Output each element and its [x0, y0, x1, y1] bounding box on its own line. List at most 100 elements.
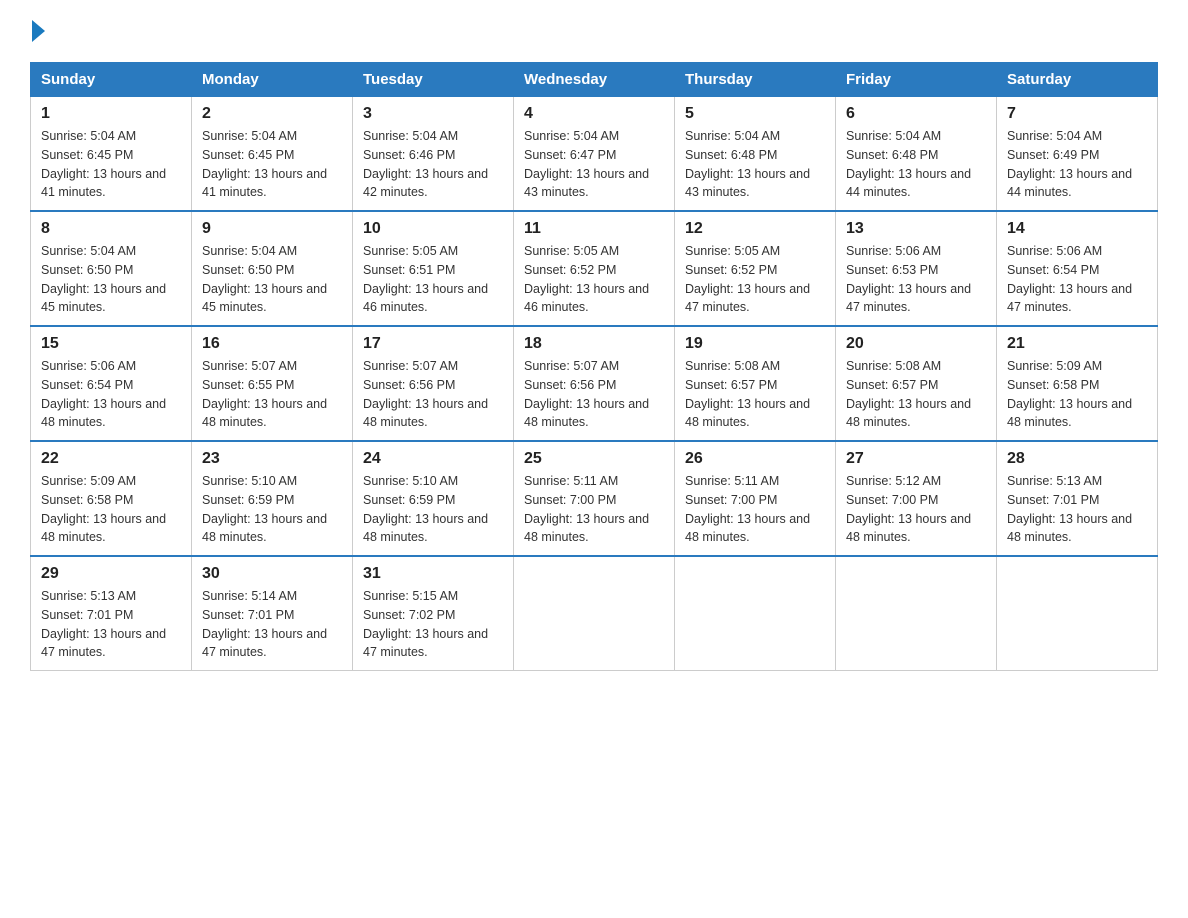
day-info: Sunrise: 5:05 AMSunset: 6:52 PMDaylight:…: [685, 242, 825, 317]
day-number: 17: [363, 335, 503, 353]
day-number: 31: [363, 565, 503, 583]
day-cell-28: 28 Sunrise: 5:13 AMSunset: 7:01 PMDayligh…: [997, 441, 1158, 556]
day-number: 23: [202, 450, 342, 468]
logo: [30, 20, 45, 44]
day-info: Sunrise: 5:14 AMSunset: 7:01 PMDaylight:…: [202, 587, 342, 662]
week-row-3: 15 Sunrise: 5:06 AMSunset: 6:54 PMDayligh…: [31, 326, 1158, 441]
day-cell-13: 13 Sunrise: 5:06 AMSunset: 6:53 PMDayligh…: [836, 211, 997, 326]
day-cell-6: 6 Sunrise: 5:04 AMSunset: 6:48 PMDaylight…: [836, 97, 997, 212]
day-number: 2: [202, 105, 342, 123]
day-number: 19: [685, 335, 825, 353]
day-cell-5: 5Sunrise: 5:04 AMSunset: 6:48 PMDaylight…: [675, 97, 836, 212]
weekday-header-friday: Friday: [836, 63, 997, 97]
day-number: 15: [41, 335, 181, 353]
weekday-header-row: SundayMondayTuesdayWednesdayThursdayFrid…: [31, 63, 1158, 97]
day-info: Sunrise: 5:04 AMSunset: 6:47 PMDaylight:…: [524, 127, 664, 202]
day-info: Sunrise: 5:08 AMSunset: 6:57 PMDaylight:…: [685, 357, 825, 432]
day-cell-7: 7 Sunrise: 5:04 AMSunset: 6:49 PMDaylight…: [997, 97, 1158, 212]
day-info: Sunrise: 5:06 AMSunset: 6:54 PMDaylight:…: [41, 357, 181, 432]
day-number: 5: [685, 105, 825, 123]
day-info: Sunrise: 5:07 AMSunset: 6:55 PMDaylight:…: [202, 357, 342, 432]
day-info: Sunrise: 5:08 AMSunset: 6:57 PMDaylight:…: [846, 357, 986, 432]
day-info: Sunrise: 5:10 AMSunset: 6:59 PMDaylight:…: [363, 472, 503, 547]
day-info: Sunrise: 5:13 AMSunset: 7:01 PMDaylight:…: [41, 587, 181, 662]
empty-cell: [675, 556, 836, 671]
day-cell-4: 4 Sunrise: 5:04 AMSunset: 6:47 PMDaylight…: [514, 97, 675, 212]
day-cell-10: 10 Sunrise: 5:05 AMSunset: 6:51 PMDayligh…: [353, 211, 514, 326]
day-info: Sunrise: 5:04 AMSunset: 6:50 PMDaylight:…: [202, 242, 342, 317]
day-cell-27: 27 Sunrise: 5:12 AMSunset: 7:00 PMDayligh…: [836, 441, 997, 556]
day-cell-3: 3Sunrise: 5:04 AMSunset: 6:46 PMDaylight…: [353, 97, 514, 212]
weekday-header-wednesday: Wednesday: [514, 63, 675, 97]
day-cell-22: 22 Sunrise: 5:09 AMSunset: 6:58 PMDayligh…: [31, 441, 192, 556]
day-cell-19: 19 Sunrise: 5:08 AMSunset: 6:57 PMDayligh…: [675, 326, 836, 441]
day-number: 13: [846, 220, 986, 238]
day-cell-11: 11 Sunrise: 5:05 AMSunset: 6:52 PMDayligh…: [514, 211, 675, 326]
day-info: Sunrise: 5:04 AMSunset: 6:48 PMDaylight:…: [846, 127, 986, 202]
day-number: 25: [524, 450, 664, 468]
day-number: 21: [1007, 335, 1147, 353]
day-number: 9: [202, 220, 342, 238]
day-info: Sunrise: 5:06 AMSunset: 6:53 PMDaylight:…: [846, 242, 986, 317]
day-cell-1: 1 Sunrise: 5:04 AMSunset: 6:45 PMDaylight…: [31, 97, 192, 212]
day-cell-8: 8 Sunrise: 5:04 AMSunset: 6:50 PMDaylight…: [31, 211, 192, 326]
day-cell-14: 14Sunrise: 5:06 AMSunset: 6:54 PMDayligh…: [997, 211, 1158, 326]
day-cell-16: 16 Sunrise: 5:07 AMSunset: 6:55 PMDayligh…: [192, 326, 353, 441]
day-info: Sunrise: 5:04 AMSunset: 6:50 PMDaylight:…: [41, 242, 181, 317]
day-info: Sunrise: 5:13 AMSunset: 7:01 PMDaylight:…: [1007, 472, 1147, 547]
day-info: Sunrise: 5:12 AMSunset: 7:00 PMDaylight:…: [846, 472, 986, 547]
week-row-2: 8 Sunrise: 5:04 AMSunset: 6:50 PMDaylight…: [31, 211, 1158, 326]
day-number: 20: [846, 335, 986, 353]
day-cell-20: 20 Sunrise: 5:08 AMSunset: 6:57 PMDayligh…: [836, 326, 997, 441]
day-info: Sunrise: 5:04 AMSunset: 6:49 PMDaylight:…: [1007, 127, 1147, 202]
day-info: Sunrise: 5:09 AMSunset: 6:58 PMDaylight:…: [41, 472, 181, 547]
empty-cell: [514, 556, 675, 671]
week-row-1: 1 Sunrise: 5:04 AMSunset: 6:45 PMDaylight…: [31, 97, 1158, 212]
day-cell-17: 17 Sunrise: 5:07 AMSunset: 6:56 PMDayligh…: [353, 326, 514, 441]
day-number: 22: [41, 450, 181, 468]
day-info: Sunrise: 5:05 AMSunset: 6:52 PMDaylight:…: [524, 242, 664, 317]
day-cell-29: 29 Sunrise: 5:13 AMSunset: 7:01 PMDayligh…: [31, 556, 192, 671]
weekday-header-thursday: Thursday: [675, 63, 836, 97]
day-cell-30: 30 Sunrise: 5:14 AMSunset: 7:01 PMDayligh…: [192, 556, 353, 671]
page-header: [30, 20, 1158, 44]
day-number: 1: [41, 105, 181, 123]
day-number: 6: [846, 105, 986, 123]
day-number: 11: [524, 220, 664, 238]
calendar-table: SundayMondayTuesdayWednesdayThursdayFrid…: [30, 62, 1158, 671]
day-cell-9: 9 Sunrise: 5:04 AMSunset: 6:50 PMDaylight…: [192, 211, 353, 326]
day-cell-12: 12 Sunrise: 5:05 AMSunset: 6:52 PMDayligh…: [675, 211, 836, 326]
day-cell-23: 23Sunrise: 5:10 AMSunset: 6:59 PMDayligh…: [192, 441, 353, 556]
day-number: 18: [524, 335, 664, 353]
weekday-header-tuesday: Tuesday: [353, 63, 514, 97]
day-cell-15: 15 Sunrise: 5:06 AMSunset: 6:54 PMDayligh…: [31, 326, 192, 441]
day-info: Sunrise: 5:04 AMSunset: 6:45 PMDaylight:…: [202, 127, 342, 202]
weekday-header-monday: Monday: [192, 63, 353, 97]
day-number: 30: [202, 565, 342, 583]
day-cell-24: 24 Sunrise: 5:10 AMSunset: 6:59 PMDayligh…: [353, 441, 514, 556]
day-cell-2: 2 Sunrise: 5:04 AMSunset: 6:45 PMDaylight…: [192, 97, 353, 212]
empty-cell: [836, 556, 997, 671]
day-number: 16: [202, 335, 342, 353]
day-number: 8: [41, 220, 181, 238]
day-cell-18: 18 Sunrise: 5:07 AMSunset: 6:56 PMDayligh…: [514, 326, 675, 441]
day-number: 12: [685, 220, 825, 238]
weekday-header-saturday: Saturday: [997, 63, 1158, 97]
day-info: Sunrise: 5:05 AMSunset: 6:51 PMDaylight:…: [363, 242, 503, 317]
day-number: 29: [41, 565, 181, 583]
week-row-5: 29 Sunrise: 5:13 AMSunset: 7:01 PMDayligh…: [31, 556, 1158, 671]
day-info: Sunrise: 5:11 AMSunset: 7:00 PMDaylight:…: [524, 472, 664, 547]
day-cell-21: 21Sunrise: 5:09 AMSunset: 6:58 PMDayligh…: [997, 326, 1158, 441]
day-number: 27: [846, 450, 986, 468]
day-number: 7: [1007, 105, 1147, 123]
day-number: 26: [685, 450, 825, 468]
day-number: 10: [363, 220, 503, 238]
day-number: 14: [1007, 220, 1147, 238]
day-info: Sunrise: 5:04 AMSunset: 6:46 PMDaylight:…: [363, 127, 503, 202]
day-number: 4: [524, 105, 664, 123]
day-number: 24: [363, 450, 503, 468]
day-number: 28: [1007, 450, 1147, 468]
day-info: Sunrise: 5:04 AMSunset: 6:45 PMDaylight:…: [41, 127, 181, 202]
day-info: Sunrise: 5:07 AMSunset: 6:56 PMDaylight:…: [363, 357, 503, 432]
day-info: Sunrise: 5:07 AMSunset: 6:56 PMDaylight:…: [524, 357, 664, 432]
